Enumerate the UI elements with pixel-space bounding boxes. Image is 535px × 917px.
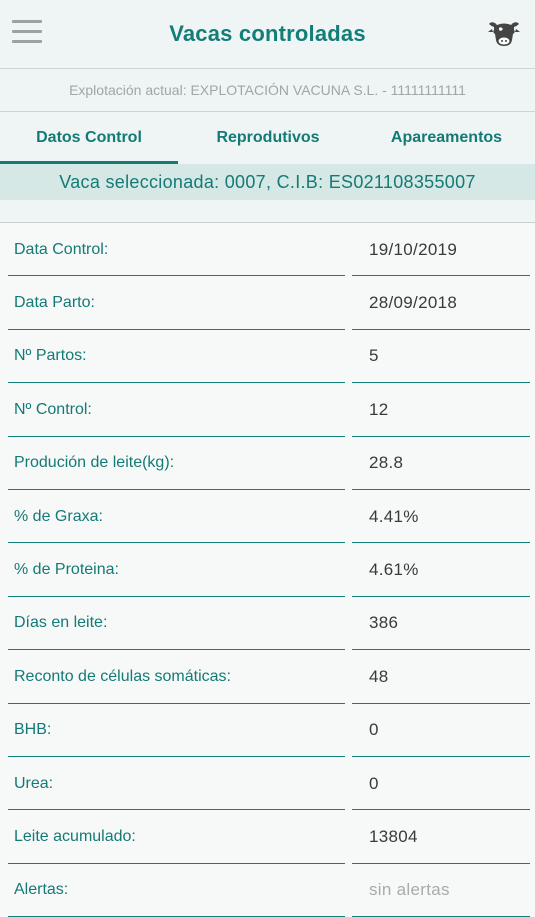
data-row-bhb: BHB: 0 [0, 704, 535, 758]
data-row-graxa: % de Graxa: 4.41% [0, 490, 535, 544]
row-value: 386 [369, 613, 399, 633]
tab-bar: Datos Control Reprodutivos Apareamentos [0, 111, 535, 164]
row-label: Reconto de células somáticas: [14, 667, 231, 685]
data-row-urea: Urea: 0 [0, 757, 535, 811]
data-row-producion-leite: Produción de leite(kg): 28.8 [0, 437, 535, 491]
cow-head-icon[interactable] [487, 18, 521, 48]
app-header: Vacas controladas [0, 0, 535, 68]
row-value: 5 [369, 346, 379, 366]
row-value: 13804 [369, 826, 418, 846]
row-label: Data Control: [14, 240, 109, 258]
row-label: % de Graxa: [14, 507, 103, 525]
data-row-n-control: Nº Control: 12 [0, 383, 535, 437]
selected-cow-banner: Vaca seleccionada: 0007, C.I.B: ES021108… [0, 164, 535, 200]
tab-apareamentos[interactable]: Apareamentos [358, 112, 535, 164]
row-label: Días en leite: [14, 614, 108, 632]
tab-reprodutivos[interactable]: Reprodutivos [178, 112, 358, 164]
row-label: % de Proteina: [14, 561, 119, 579]
row-label: BHB: [14, 721, 52, 739]
data-row-celulas-somaticas: Reconto de células somáticas: 48 [0, 650, 535, 704]
row-label: Urea: [14, 774, 54, 792]
data-row-alertas: Alertas: sin alertas [0, 864, 535, 917]
data-row-leite-acumulado: Leite acumulado: 13804 [0, 810, 535, 865]
row-value: 28/09/2018 [369, 293, 458, 313]
hamburger-menu-icon[interactable] [12, 20, 42, 44]
row-label: Leite acumulado: [14, 827, 136, 845]
page-title: Vacas controladas [169, 21, 366, 46]
row-label: Data Parto: [14, 294, 95, 312]
current-farm-info: Explotación actual: EXPLOTACIÓN VACUNA S… [0, 68, 535, 111]
control-data-card: Data Control: 19/10/2019 Data Parto: 28/… [0, 222, 535, 917]
row-label: Produción de leite(kg): [14, 454, 175, 472]
tab-datos-control[interactable]: Datos Control [0, 112, 178, 164]
row-value: sin alertas [369, 880, 450, 900]
row-value: 19/10/2019 [369, 239, 458, 259]
row-value: 48 [369, 666, 389, 686]
row-label: Nº Control: [14, 400, 92, 418]
row-value: 0 [369, 720, 379, 740]
data-row-data-parto: Data Parto: 28/09/2018 [0, 276, 535, 331]
data-row-n-partos: Nº Partos: 5 [0, 330, 535, 384]
divider [0, 200, 535, 222]
data-row-data-control: Data Control: 19/10/2019 [0, 223, 535, 277]
row-value: 12 [369, 399, 389, 419]
data-row-proteina: % de Proteina: 4.61% [0, 543, 535, 598]
row-label: Nº Partos: [14, 347, 87, 365]
row-value: 4.41% [369, 506, 419, 526]
data-row-dias-en-leite: Días en leite: 386 [0, 597, 535, 651]
row-value: 4.61% [369, 560, 419, 580]
row-value: 0 [369, 773, 379, 793]
row-label: Alertas: [14, 881, 69, 899]
row-value: 28.8 [369, 453, 404, 473]
